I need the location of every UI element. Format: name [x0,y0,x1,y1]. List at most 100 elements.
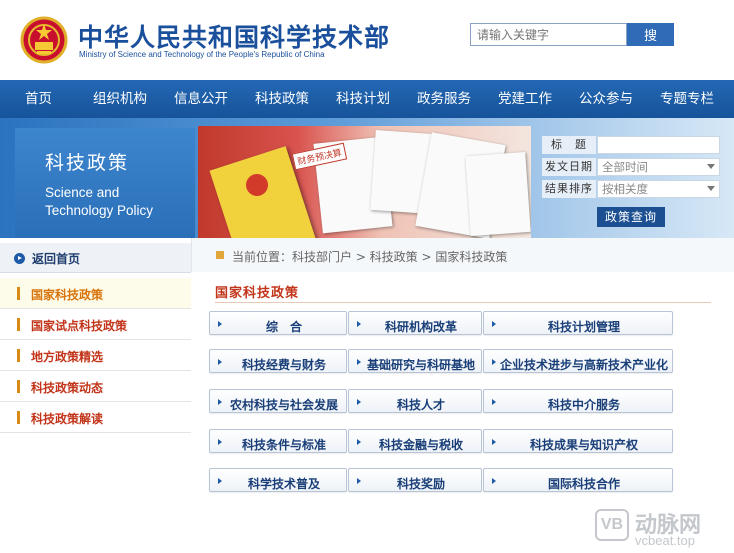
play-circle-icon [14,253,25,264]
arrow-right-icon [492,321,496,327]
arrow-right-icon [218,478,222,484]
arrow-right-icon [218,359,222,365]
category-label: 科研机构改革 [384,320,457,334]
chevron-down-icon [707,186,715,191]
nav-item-tech-plan[interactable]: 科技计划 [336,80,390,118]
category-button-international-cooperation[interactable]: 国际科技合作 [483,468,673,492]
back-home-label: 返回首页 [32,252,81,266]
bullet-bar-icon [17,380,20,393]
arrow-right-icon [492,478,496,484]
arrow-right-icon [357,359,361,365]
sidebar-item-local-policy[interactable]: 地方政策精选 [0,340,191,371]
filter-label-sort: 结果排序 [542,180,596,198]
search-input[interactable] [470,23,627,46]
main-nav: 首页 组织机构 信息公开 科技政策 科技计划 政务服务 党建工作 公众参与 专题… [0,80,734,118]
sort-select-value: 按相关度 [602,182,648,196]
category-label: 科技奖励 [396,477,445,491]
category-button-popularization[interactable]: 科学技术普及 [209,468,347,492]
category-button-conditions-standards[interactable]: 科技条件与标准 [209,429,347,453]
arrow-right-icon [492,359,496,365]
nav-item-organization[interactable]: 组织机构 [93,80,147,118]
watermark-url: vcbeat.top [635,533,695,548]
policy-query-button[interactable]: 政策查询 [597,207,665,227]
sidebar-item-label: 国家试点科技政策 [31,319,128,333]
arrow-right-icon [357,399,361,405]
nav-item-special-topics[interactable]: 专题专栏 [660,80,714,118]
back-home-link[interactable]: 返回首页 [0,243,191,273]
bullet-bar-icon [17,318,20,331]
sidebar-item-national-policy[interactable]: 国家科技政策 [0,278,191,309]
section-divider [215,302,711,303]
filter-label-title: 标 题 [542,136,596,154]
category-label: 科技计划管理 [547,320,620,334]
category-label: 基础研究与科研基地 [366,358,475,372]
document-image [465,152,531,236]
arrow-right-icon [357,478,361,484]
category-label: 国际科技合作 [547,477,620,491]
banner-title-cn: 科技政策 [45,152,130,174]
site-subtitle: Ministry of Science and Technology of th… [79,50,325,59]
section-title: 国家科技政策 [215,286,300,301]
date-select[interactable]: 全部时间 [597,158,720,176]
sidebar: 返回首页 国家科技政策 国家试点科技政策 地方政策精选 科技政策动态 科技政策解… [0,238,191,553]
category-button-achievements-ip[interactable]: 科技成果与知识产权 [483,429,673,453]
watermark-badge: VB [595,509,629,541]
arrow-right-icon [218,399,222,405]
nav-item-home[interactable]: 首页 [25,80,52,118]
filter-label-date: 发文日期 [542,158,596,176]
category-label: 科技金融与税收 [378,438,463,452]
title-input[interactable] [597,136,720,154]
sort-select[interactable]: 按相关度 [597,180,720,198]
category-button-enterprise-tech-progress[interactable]: 企业技术进步与高新技术产业化 [483,349,673,373]
search-button[interactable]: 搜 [627,23,674,46]
nav-item-tech-policy[interactable]: 科技政策 [255,80,309,118]
arrow-right-icon [218,321,222,327]
sidebar-item-pilot-policy[interactable]: 国家试点科技政策 [0,309,191,340]
category-button-tech-talent[interactable]: 科技人才 [348,389,482,413]
sidebar-item-label: 国家科技政策 [31,288,104,302]
sidebar-item-policy-news[interactable]: 科技政策动态 [0,371,191,402]
category-button-tech-plan-management[interactable]: 科技计划管理 [483,311,673,335]
arrow-right-icon [357,321,361,327]
sidebar-item-policy-interpretation[interactable]: 科技政策解读 [0,402,191,433]
nav-item-public-participation[interactable]: 公众参与 [579,80,633,118]
category-label: 科技经费与财务 [241,358,326,372]
banner-documents-image: 财务预决算 [198,126,531,238]
site-header: 中华人民共和国科学技术部 Ministry of Science and Tec… [0,0,734,80]
category-button-research-institution-reform[interactable]: 科研机构改革 [348,311,482,335]
breadcrumb: 当前位置：科技部门户 > 科技政策 > 国家科技政策 [232,250,508,264]
banner-title-panel [15,128,195,238]
arrow-right-icon [492,399,496,405]
site-title: 中华人民共和国科学技术部 [78,23,391,52]
sidebar-item-label: 科技政策解读 [31,412,104,426]
banner-title-en-line1: Science and [45,185,120,200]
bullet-bar-icon [17,349,20,362]
nav-item-gov-service[interactable]: 政务服务 [417,80,471,118]
sidebar-item-label: 地方政策精选 [31,350,104,364]
category-label: 科技条件与标准 [241,438,326,452]
nav-item-party-building[interactable]: 党建工作 [498,80,552,118]
category-button-general[interactable]: 综 合 [209,311,347,335]
breadcrumb-bar: 当前位置：科技部门户 > 科技政策 > 国家科技政策 [191,238,734,272]
category-button-rural-social-dev[interactable]: 农村科技与社会发展 [209,389,347,413]
filter-row-title: 标 题 [540,136,720,154]
banner-title-en: Science and Technology Policy [45,184,153,220]
category-button-funding-finance[interactable]: 科技经费与财务 [209,349,347,373]
category-label: 综 合 [265,320,302,334]
category-label: 科学技术普及 [247,477,320,491]
date-select-value: 全部时间 [602,160,648,174]
watermark-logo: VB 动脉网 vcbeat.top [595,505,725,548]
national-emblem-icon [20,16,68,64]
arrow-right-icon [218,439,222,445]
bullet-bar-icon [17,411,20,424]
category-button-intermediary-services[interactable]: 科技中介服务 [483,389,673,413]
sidebar-item-label: 科技政策动态 [31,381,104,395]
category-button-basic-research[interactable]: 基础研究与科研基地 [348,349,482,373]
category-button-awards[interactable]: 科技奖励 [348,468,482,492]
bullet-bar-icon [17,287,20,300]
arrow-right-icon [357,439,361,445]
category-label: 科技人才 [396,398,445,412]
arrow-right-icon [492,439,496,445]
category-button-finance-tax[interactable]: 科技金融与税收 [348,429,482,453]
nav-item-info-disclosure[interactable]: 信息公开 [174,80,228,118]
